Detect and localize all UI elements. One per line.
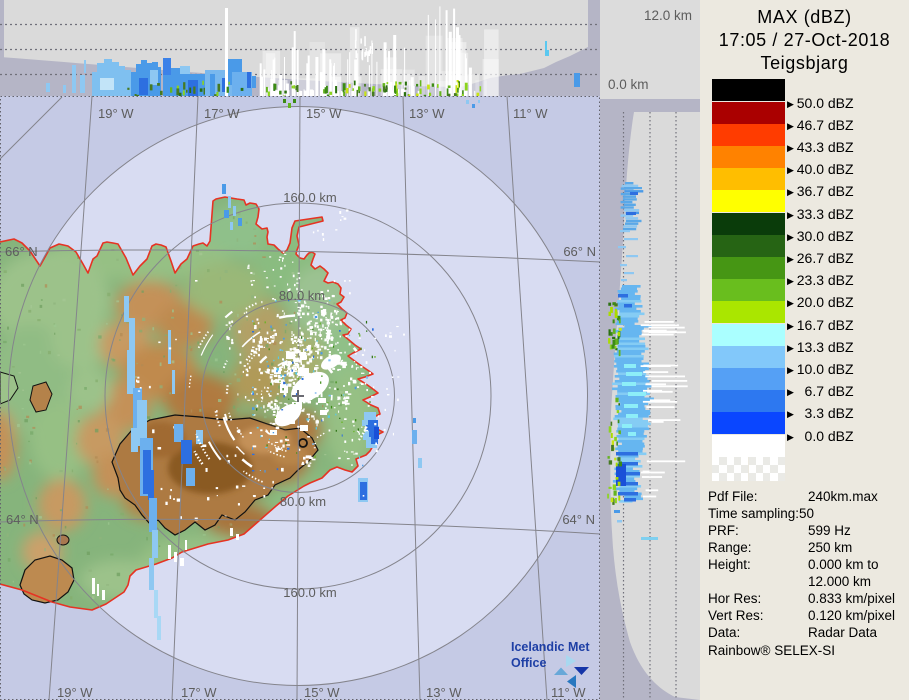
svg-text:11° W: 11° W xyxy=(513,106,548,121)
svg-text:19° W: 19° W xyxy=(57,685,93,700)
svg-text:17° W: 17° W xyxy=(181,685,217,700)
svg-text:160.0 km: 160.0 km xyxy=(283,585,336,600)
svg-text:160.0 km: 160.0 km xyxy=(283,190,336,205)
svg-text:17° W: 17° W xyxy=(204,106,240,121)
svg-text:Office: Office xyxy=(511,656,546,670)
svg-text:11° W: 11° W xyxy=(551,685,586,700)
svg-text:13° W: 13° W xyxy=(426,685,462,700)
svg-text:66° N: 66° N xyxy=(5,244,38,259)
svg-text:19° W: 19° W xyxy=(98,106,134,121)
svg-text:15° W: 15° W xyxy=(304,685,340,700)
svg-text:64° N: 64° N xyxy=(6,512,39,527)
svg-text:64° N: 64° N xyxy=(562,512,595,527)
svg-text:Icelandic Met: Icelandic Met xyxy=(511,640,590,654)
svg-text:80.0 km: 80.0 km xyxy=(280,494,326,509)
svg-text:80.0 km: 80.0 km xyxy=(279,288,325,303)
svg-text:13° W: 13° W xyxy=(409,106,445,121)
svg-text:15° W: 15° W xyxy=(306,106,342,121)
svg-text:66° N: 66° N xyxy=(563,244,596,259)
